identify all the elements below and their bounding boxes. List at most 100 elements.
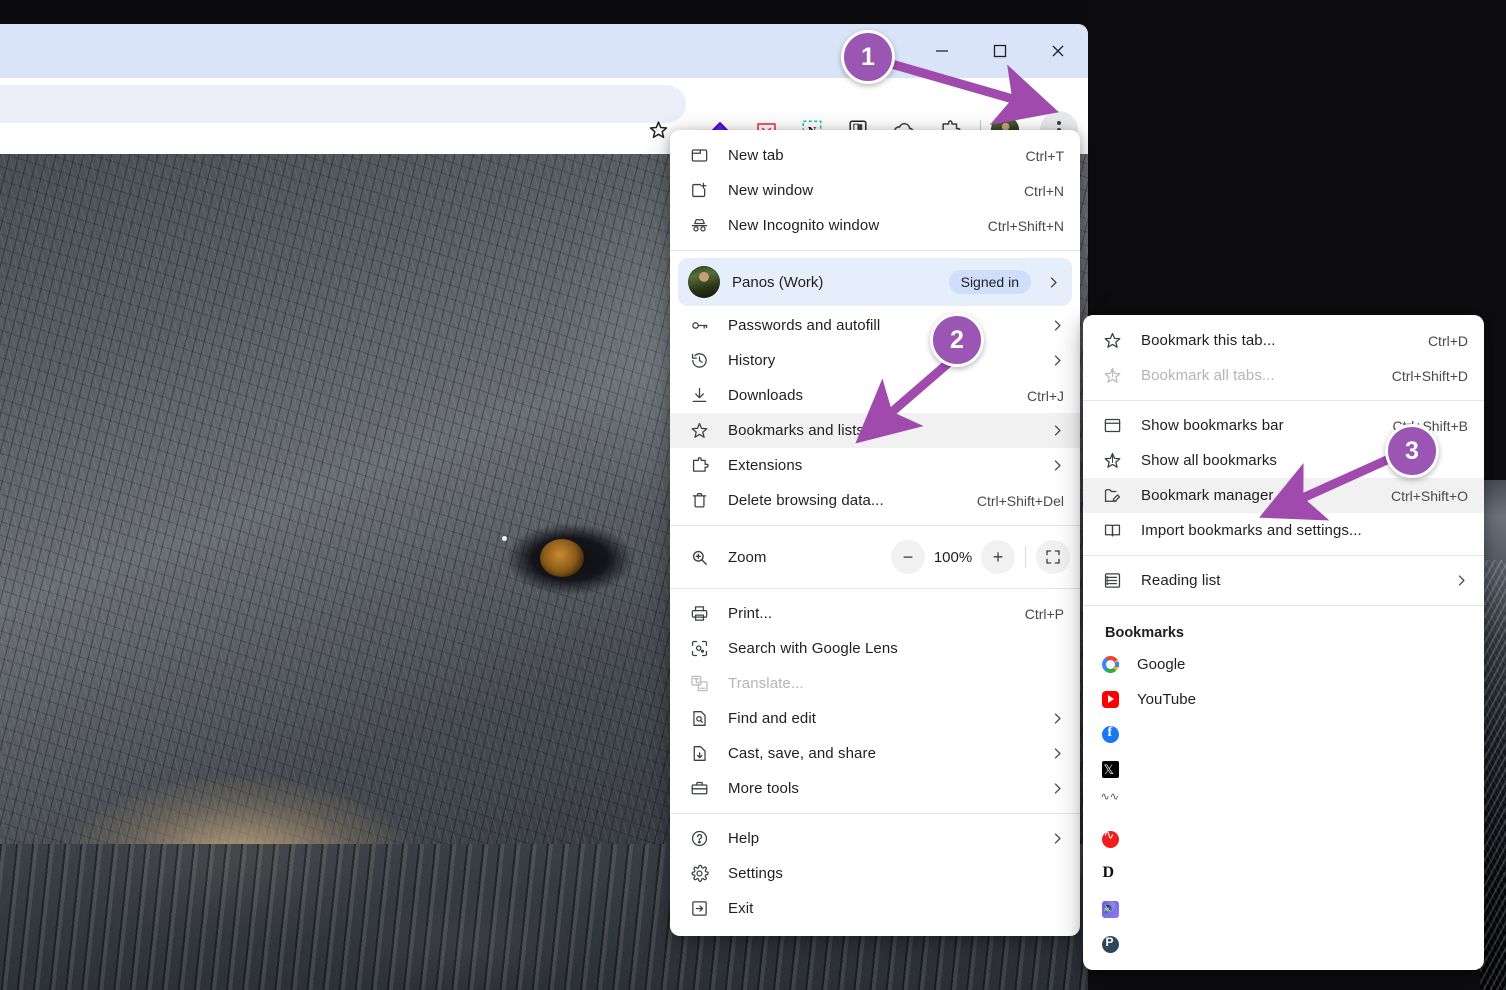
menu-item-shortcut: Ctrl+Shift+D <box>1391 367 1468 384</box>
callout-badge-3: 3 <box>1385 424 1439 478</box>
cast-save-share-icon <box>670 744 728 763</box>
menu-item-label: Help <box>728 830 760 847</box>
menu-item-label: Show bookmarks bar <box>1141 417 1284 434</box>
menu-item-label: Cast, save, and share <box>728 745 877 762</box>
menu-item-shortcut: Ctrl+Shift+Del <box>976 492 1064 509</box>
menu-item-label: Print... <box>728 605 773 622</box>
bookmark-item[interactable] <box>1083 857 1484 892</box>
menu-item-new-tab[interactable]: New tab Ctrl+T <box>670 138 1080 173</box>
menu-group-new: New tab Ctrl+T New window Ctrl+N New Incogni… <box>670 138 1080 243</box>
menu-item-new-incognito-window[interactable]: New Incognito window Ctrl+Shift+N <box>670 208 1080 243</box>
red-wave-favicon <box>1083 827 1137 848</box>
chevron-right-icon <box>1051 424 1064 437</box>
lens-icon <box>670 639 728 658</box>
menu-item-extensions[interactable]: Extensions <box>670 448 1080 483</box>
download-icon <box>670 386 728 405</box>
trash-icon <box>670 491 728 510</box>
menu-item-translate: Translate... <box>670 666 1080 701</box>
zoom-in-button[interactable]: + <box>981 540 1015 574</box>
menu-item-more-tools[interactable]: More tools <box>670 771 1080 806</box>
chrome-main-menu: New tab Ctrl+T New window Ctrl+N New Incogni… <box>670 130 1080 936</box>
bookmark-item[interactable] <box>1083 752 1484 787</box>
show-all-bookmarks-icon <box>1083 451 1141 470</box>
menu-item-cast-save-and-share[interactable]: Cast, save, and share <box>670 736 1080 771</box>
zoom-controls: − 100% + <box>891 540 1080 574</box>
bookmark-item[interactable]: Google <box>1083 647 1484 682</box>
chevron-right-icon <box>1051 319 1064 332</box>
star-outline-icon <box>1083 331 1141 350</box>
menu-item-new-window[interactable]: New window Ctrl+N <box>670 173 1080 208</box>
menu-item-label: Delete browsing data... <box>728 492 884 509</box>
bookmark-label: Google <box>1137 656 1186 673</box>
elephant-eye-glint <box>502 536 507 541</box>
bookmark-item[interactable] <box>1083 787 1484 822</box>
chevron-right-icon <box>1047 276 1060 289</box>
menu-item-delete-browsing-data[interactable]: Delete browsing data... Ctrl+Shift+Del <box>670 483 1080 518</box>
menu-item-label: Find and edit <box>728 710 817 727</box>
chevron-right-icon <box>1051 782 1064 795</box>
menu-item-profile[interactable]: Panos (Work) Signed in <box>678 258 1072 306</box>
menu-item-search-with-google-lens[interactable]: Search with Google Lens <box>670 631 1080 666</box>
zoom-magnifier-icon <box>670 548 728 567</box>
callout-arrow-1 <box>886 58 1059 126</box>
incognito-icon <box>670 216 728 235</box>
facebook-favicon <box>1083 725 1137 743</box>
new-tab-icon <box>670 146 728 165</box>
menu-item-exit[interactable]: Exit <box>670 891 1080 926</box>
menu-item-print[interactable]: Print... Ctrl+P <box>670 596 1080 631</box>
bookmark-item[interactable] <box>1083 927 1484 962</box>
bookmarks-section-header: Bookmarks <box>1105 625 1184 641</box>
menu-item-passwords-and-autofill[interactable]: Passwords and autofill <box>670 308 1080 343</box>
menu-divider <box>1083 605 1484 606</box>
menu-divider <box>670 588 1080 589</box>
menu-item-label: Settings <box>728 865 783 882</box>
reading-list-icon <box>1083 571 1141 590</box>
menu-item-label: More tools <box>728 780 800 797</box>
menu-item-shortcut: Ctrl+N <box>1023 182 1064 199</box>
bookmark-item[interactable]: YouTube <box>1083 682 1484 717</box>
menu-item-label: Search with Google Lens <box>728 640 898 657</box>
menu-item-settings[interactable]: Settings <box>670 856 1080 891</box>
translate-icon <box>670 674 728 693</box>
chevron-right-icon <box>1051 712 1064 725</box>
find-edit-icon <box>670 709 728 728</box>
chevron-right-icon <box>1051 832 1064 845</box>
puzzle-icon <box>670 456 728 475</box>
zoom-divider <box>1025 546 1026 568</box>
gear-icon <box>670 864 728 883</box>
letter-d-favicon <box>1083 864 1137 883</box>
menu-item-bookmark-this-tab[interactable]: Bookmark this tab... Ctrl+D <box>1083 323 1484 358</box>
new-window-icon <box>670 181 728 200</box>
menu-item-shortcut: Ctrl+Shift+N <box>987 217 1064 234</box>
menu-item-help[interactable]: Help <box>670 821 1080 856</box>
bookmarks-group-reading: Reading list <box>1083 563 1484 598</box>
bookmarks-bar-icon <box>1083 416 1141 435</box>
screenshot-root: New tab Ctrl+T New window Ctrl+N New Inc… <box>0 0 1506 990</box>
zoom-label: Zoom <box>728 548 767 566</box>
menu-item-reading-list[interactable]: Reading list <box>1083 563 1484 598</box>
chevron-right-icon <box>1051 459 1064 472</box>
menu-group-tools: Print... Ctrl+P Search with Google Lens Tra… <box>670 596 1080 806</box>
profile-name: Panos (Work) <box>732 273 824 291</box>
callout-badge-1: 1 <box>841 30 895 84</box>
google-favicon <box>1083 656 1137 673</box>
letter-p-favicon <box>1083 935 1137 953</box>
history-icon <box>670 351 728 370</box>
bookmark-item[interactable] <box>1083 717 1484 752</box>
menu-item-label: New tab <box>728 147 784 164</box>
speaker-favicon <box>1083 901 1137 918</box>
menu-item-label: Bookmark this tab... <box>1141 332 1276 349</box>
fullscreen-icon[interactable] <box>1036 540 1070 574</box>
bookmark-item[interactable] <box>1083 822 1484 857</box>
elephant-iris <box>540 539 584 577</box>
help-icon <box>670 829 728 848</box>
address-bar[interactable] <box>0 85 686 123</box>
menu-item-find-and-edit[interactable]: Find and edit <box>670 701 1080 736</box>
youtube-favicon <box>1083 691 1137 708</box>
bookmark-item[interactable] <box>1083 892 1484 927</box>
menu-item-shortcut: Ctrl+P <box>1024 605 1064 622</box>
callout-badge-2: 2 <box>930 313 984 367</box>
exit-icon <box>670 899 728 918</box>
zoom-out-button[interactable]: − <box>891 540 925 574</box>
menu-item-label: New Incognito window <box>728 217 880 234</box>
